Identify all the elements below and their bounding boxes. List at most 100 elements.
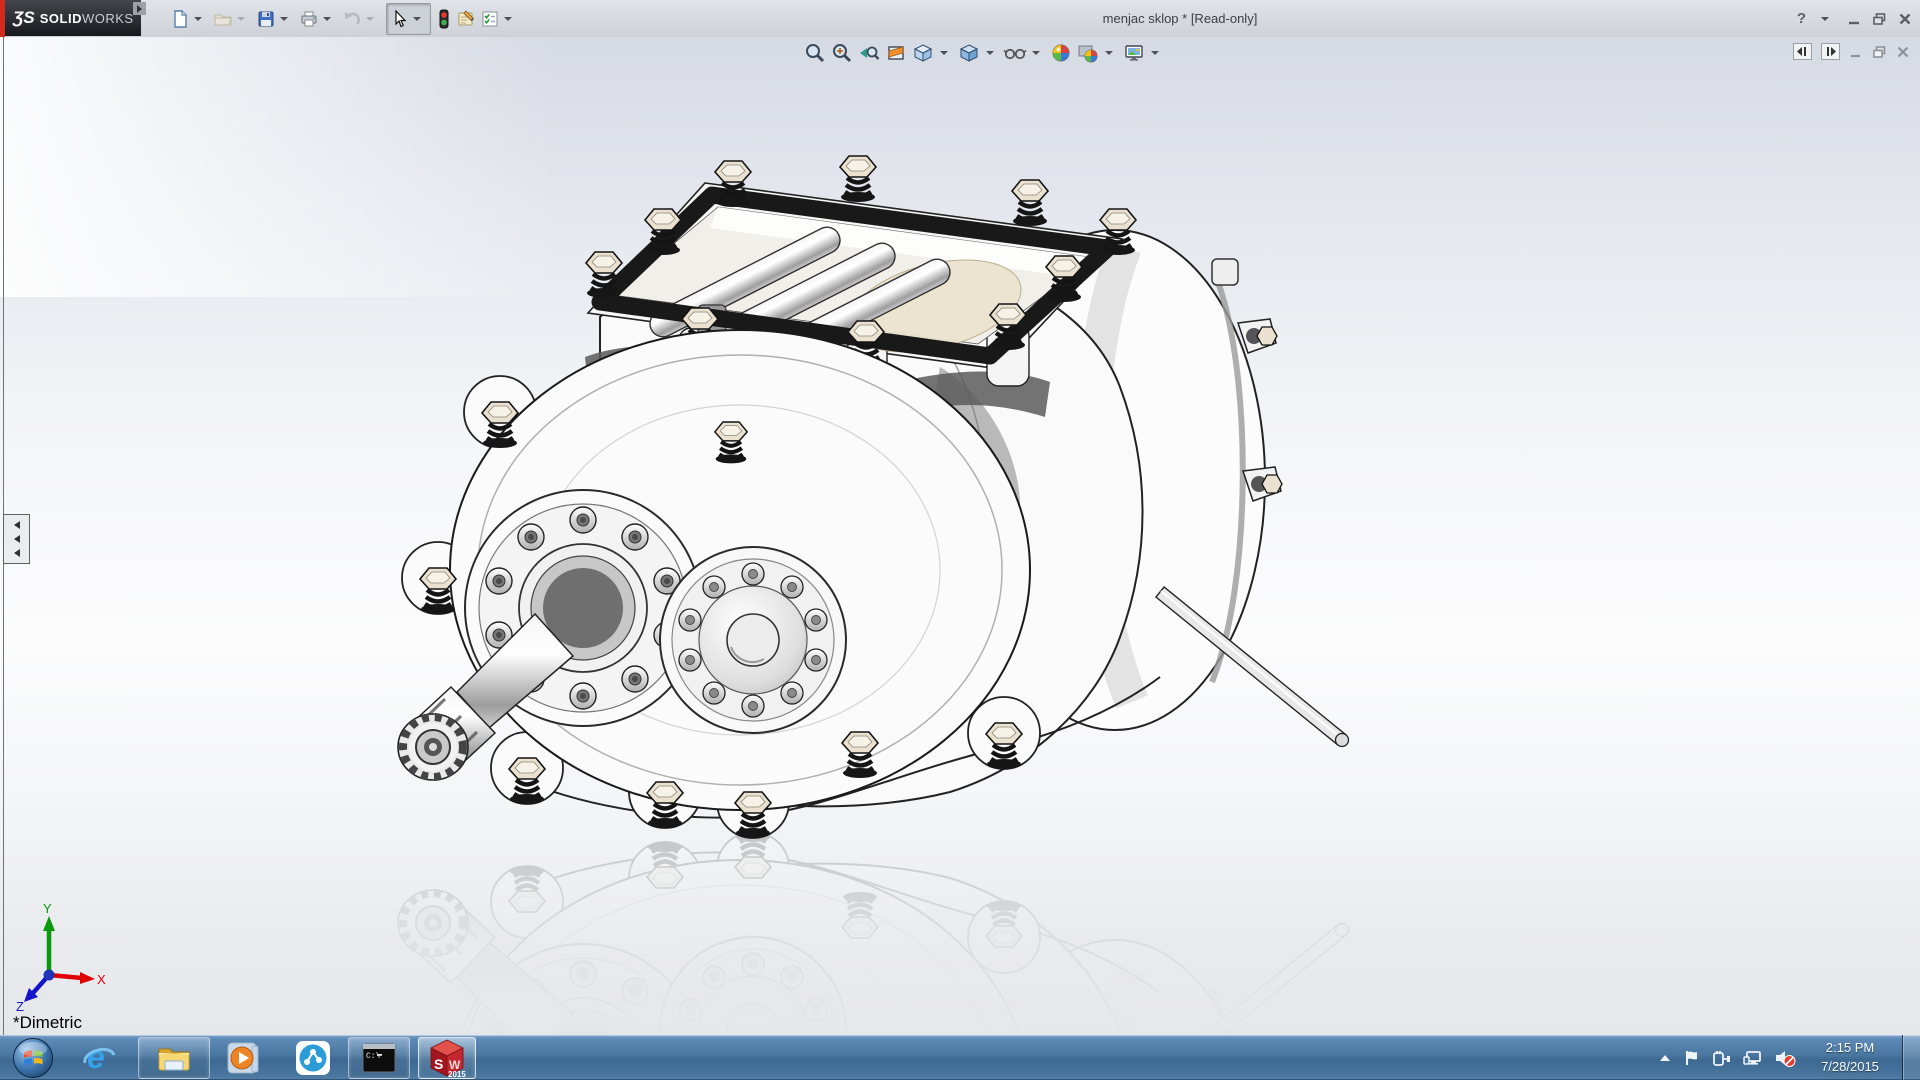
heads-up-toolbar xyxy=(801,40,1166,65)
logo-solid: SOLID xyxy=(40,11,82,26)
open-button[interactable] xyxy=(211,5,254,33)
traffic-light-button[interactable] xyxy=(434,5,454,33)
action-center-button[interactable] xyxy=(1683,1049,1701,1067)
titlebar-controls: ? xyxy=(1797,0,1912,37)
save-button[interactable] xyxy=(254,5,297,33)
previous-view-button[interactable] xyxy=(856,40,881,65)
chevron-up-icon xyxy=(1658,1053,1672,1063)
collapse-left-icon xyxy=(1797,47,1808,56)
solidworks-window: ƷS SOLIDWORKS xyxy=(0,0,1920,1080)
menu-expander-icon[interactable] xyxy=(133,2,146,15)
internet-explorer-button[interactable]: e xyxy=(80,1038,118,1078)
select-dropdown[interactable] xyxy=(413,17,421,21)
print-dropdown[interactable] xyxy=(323,17,331,21)
power-plug-icon xyxy=(1712,1049,1732,1067)
zoom-to-area-button[interactable] xyxy=(829,40,854,65)
open-icon xyxy=(213,9,233,29)
collapse-right-icon xyxy=(1825,47,1836,56)
share-app-button[interactable] xyxy=(292,1038,334,1078)
network-button[interactable] xyxy=(1743,1049,1763,1067)
save-icon xyxy=(256,9,276,29)
view-orientation-dropdown[interactable] xyxy=(940,51,948,55)
share-app-icon xyxy=(294,1039,332,1077)
edit-appearance-icon xyxy=(1050,42,1072,64)
doc-minimize-button[interactable] xyxy=(1849,45,1863,59)
logo-glyph: ƷS xyxy=(13,8,35,28)
document-window-controls xyxy=(1793,43,1910,60)
print-button[interactable] xyxy=(297,5,340,33)
triad-y-label: Y xyxy=(43,901,52,916)
apply-scene-dropdown[interactable] xyxy=(1105,51,1113,55)
display-style-icon xyxy=(958,42,980,64)
triad-z-label: Z xyxy=(16,999,24,1014)
help-button[interactable]: ? xyxy=(1797,10,1806,27)
collapse-arrow-icon xyxy=(14,549,20,557)
window-title: menjac sklop * [Read-only] xyxy=(1010,0,1350,37)
options-checklist-button[interactable] xyxy=(478,5,521,33)
show-hidden-icons-button[interactable] xyxy=(1658,1053,1672,1063)
volume-button[interactable] xyxy=(1774,1048,1796,1068)
graphics-area: Y X Z xyxy=(0,37,1920,1035)
edit-appearance-button[interactable] xyxy=(1048,40,1073,65)
save-dropdown[interactable] xyxy=(280,17,288,21)
taskbar: e xyxy=(0,1035,1920,1080)
file-properties-button[interactable] xyxy=(454,5,478,33)
apply-scene-button[interactable] xyxy=(1075,40,1100,65)
sw-letter-s: S xyxy=(434,1056,443,1072)
windows-start-icon xyxy=(12,1037,54,1079)
collapse-left-pane-button[interactable] xyxy=(1793,43,1812,60)
minimize-button[interactable] xyxy=(1847,12,1861,26)
power-button[interactable] xyxy=(1712,1049,1732,1067)
new-document-button[interactable] xyxy=(168,5,211,33)
explorer-folder-icon xyxy=(155,1041,193,1075)
logo-works: WORKS xyxy=(82,11,134,26)
solidworks-taskbar-button[interactable]: S W 2015 xyxy=(418,1037,476,1079)
options-dropdown[interactable] xyxy=(504,17,512,21)
zoom-to-fit-icon xyxy=(804,42,826,64)
open-dropdown[interactable] xyxy=(237,17,245,21)
background-highlight xyxy=(0,37,560,297)
hide-show-items-button[interactable] xyxy=(1002,40,1027,65)
display-style-button[interactable] xyxy=(956,40,981,65)
network-icon xyxy=(1743,1049,1763,1067)
ie-letter: e xyxy=(87,1040,105,1075)
sw-year: 2015 xyxy=(448,1070,466,1078)
zoom-to-fit-button[interactable] xyxy=(802,40,827,65)
select-tool-button[interactable] xyxy=(386,3,431,35)
show-desktop-button[interactable] xyxy=(1902,1035,1920,1080)
feature-manager-collapse-tab[interactable] xyxy=(3,514,30,564)
help-dropdown[interactable] xyxy=(1821,17,1829,21)
close-button[interactable] xyxy=(1898,12,1912,26)
windows-explorer-button[interactable] xyxy=(138,1037,210,1079)
view-settings-dropdown[interactable] xyxy=(1151,51,1159,55)
hide-show-items-dropdown[interactable] xyxy=(1032,51,1040,55)
triad-x-label: X xyxy=(97,972,106,987)
doc-restore-button[interactable] xyxy=(1872,45,1887,59)
view-orientation-label: *Dimetric xyxy=(13,1013,82,1033)
taskbar-clock[interactable]: 2:15 PM 7/28/2015 xyxy=(1806,1035,1894,1080)
view-orientation-button[interactable] xyxy=(910,40,935,65)
undo-dropdown[interactable] xyxy=(366,17,374,21)
start-button[interactable] xyxy=(10,1038,56,1078)
traffic-light-icon xyxy=(436,8,452,30)
undo-button[interactable] xyxy=(340,5,383,33)
3d-viewport[interactable]: Y X Z xyxy=(0,37,1920,1035)
command-prompt-button[interactable]: C:\ xyxy=(348,1037,410,1079)
hide-show-items-icon xyxy=(1003,42,1027,64)
taskbar-apps: e xyxy=(10,1035,476,1080)
previous-view-icon xyxy=(858,42,880,64)
view-settings-button[interactable] xyxy=(1121,40,1146,65)
restore-button[interactable] xyxy=(1872,12,1887,26)
collapse-right-pane-button[interactable] xyxy=(1821,43,1840,60)
display-style-dropdown[interactable] xyxy=(986,51,994,55)
media-player-button[interactable] xyxy=(224,1038,262,1078)
print-icon xyxy=(299,9,319,29)
new-dropdown[interactable] xyxy=(194,17,202,21)
view-orientation-icon xyxy=(912,42,934,64)
section-view-button[interactable] xyxy=(883,40,908,65)
doc-close-button[interactable] xyxy=(1896,45,1910,59)
clock-time: 2:15 PM xyxy=(1806,1039,1894,1057)
reflection-fade xyxy=(0,797,1920,1035)
command-prompt-icon: C:\ xyxy=(361,1042,397,1074)
apply-scene-icon xyxy=(1077,42,1099,64)
